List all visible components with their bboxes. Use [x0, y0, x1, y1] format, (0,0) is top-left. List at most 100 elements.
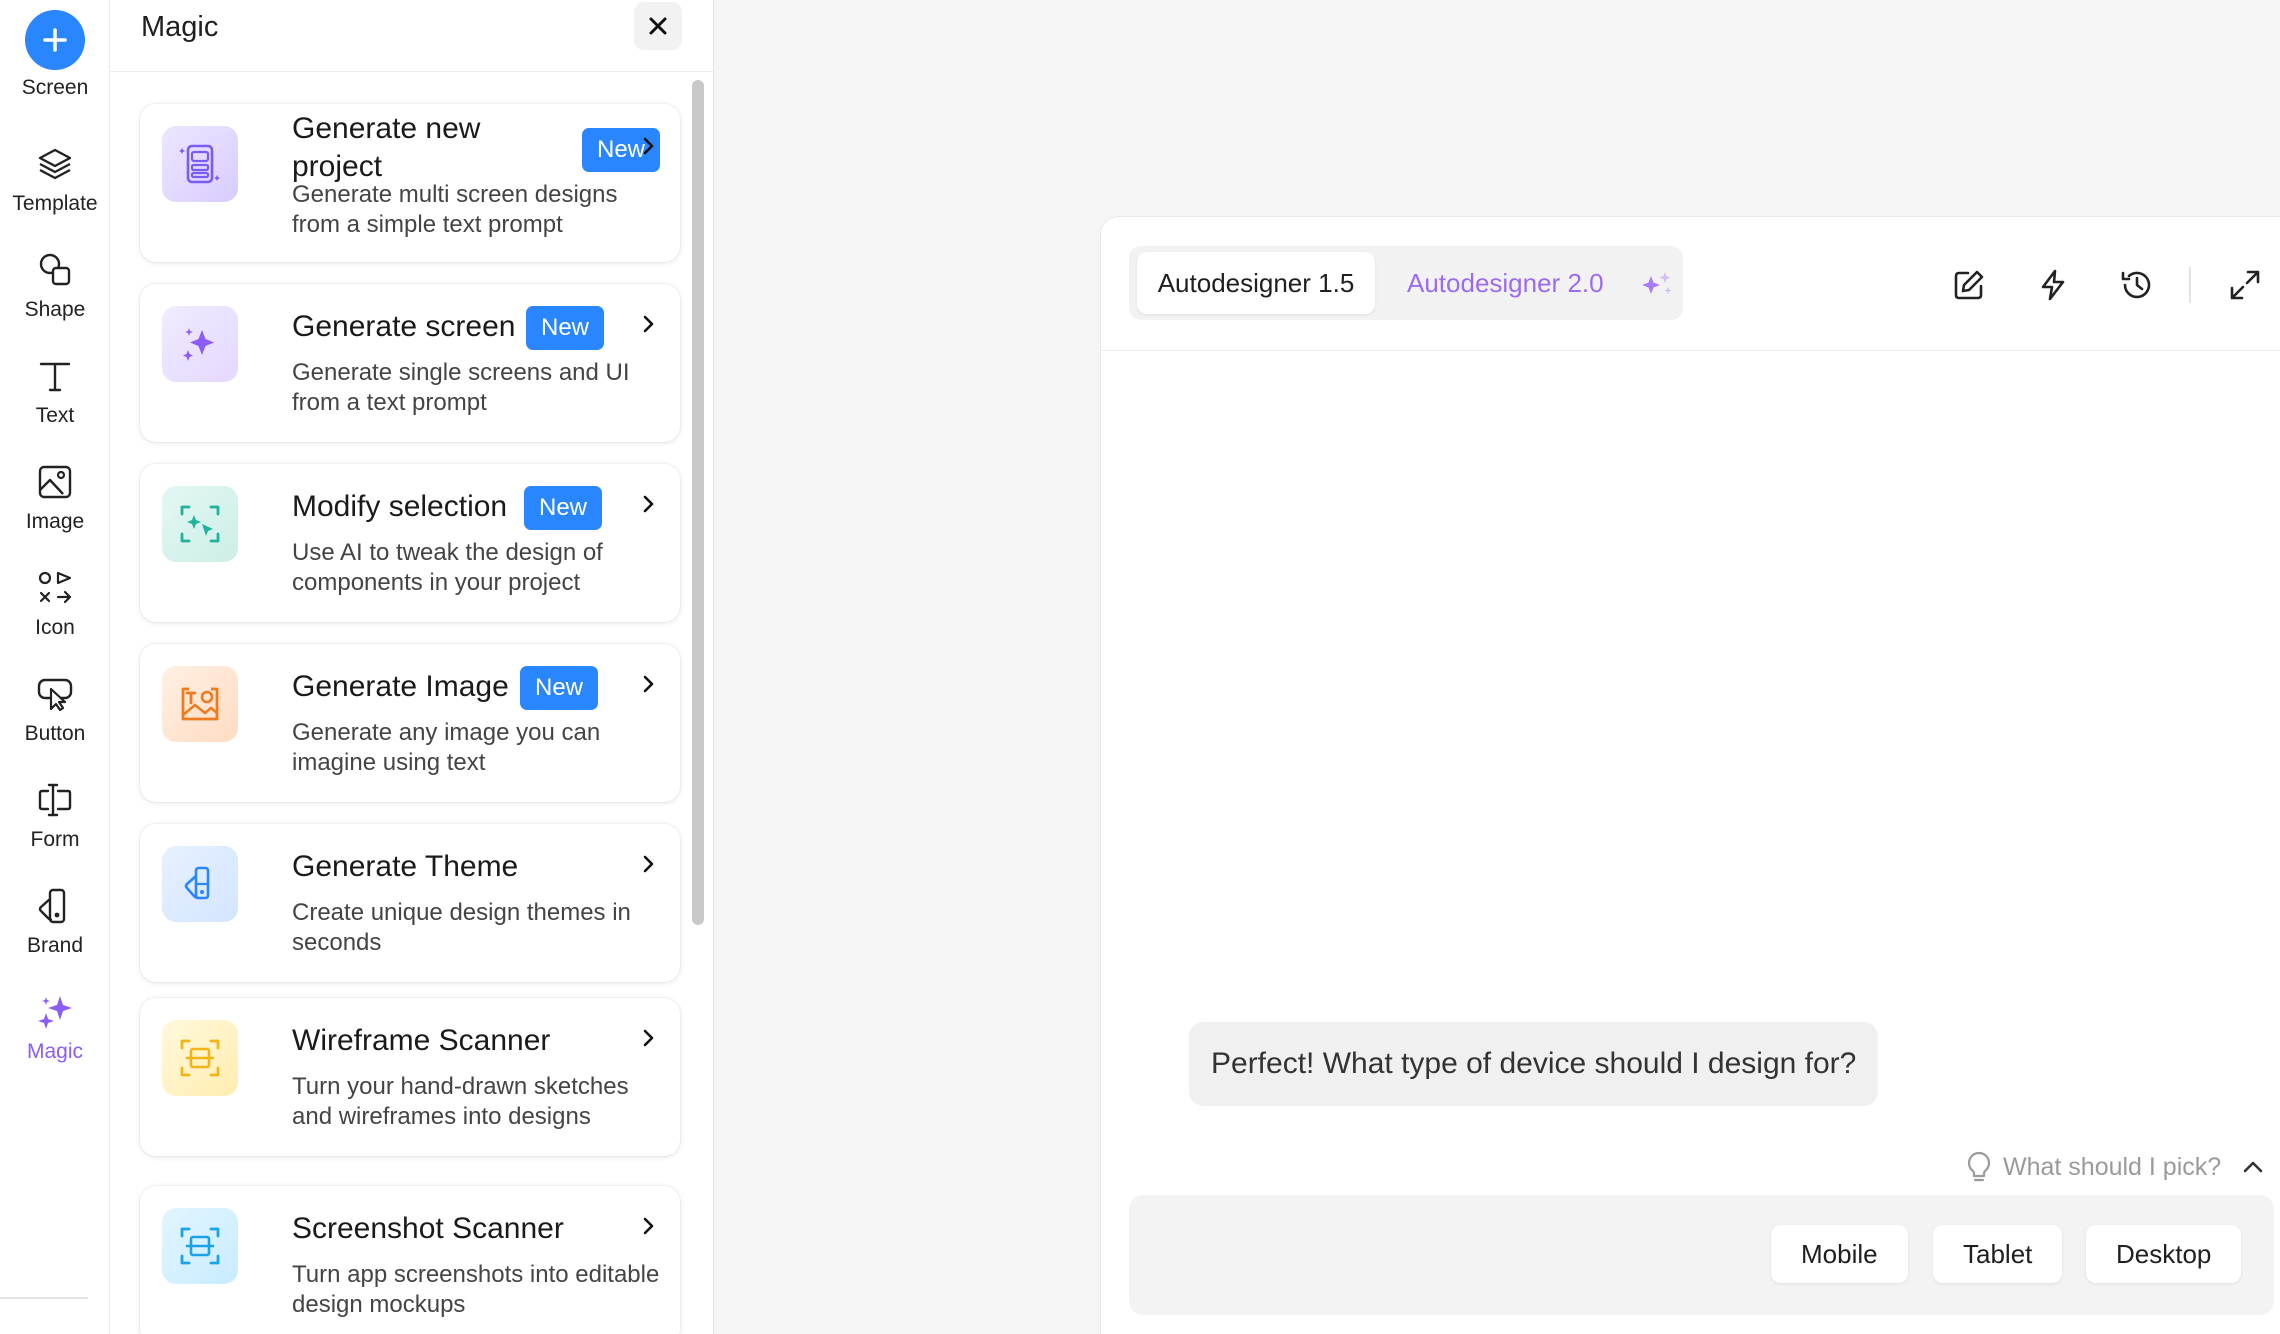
card-title: Generate Theme [292, 850, 519, 883]
card-title: Generate new [292, 112, 481, 145]
choice-mobile-button[interactable]: Mobile [1771, 1225, 1908, 1283]
panel-title: Magic [141, 11, 219, 43]
brand-palette-icon [33, 884, 77, 928]
card-title: Modify selection [292, 490, 508, 523]
new-badge: New [526, 306, 605, 350]
choice-tablet-button[interactable]: Tablet [1933, 1225, 2063, 1283]
what-should-i-pick-toggle[interactable]: What should I pick? [1965, 1147, 2265, 1187]
card-description: and wireframes into designs [292, 1103, 591, 1130]
chevron-right-icon [643, 855, 654, 873]
card-description: components in your project [292, 569, 581, 596]
cursor-button-icon [33, 672, 77, 716]
rail-item-shape[interactable]: Shape [0, 248, 110, 348]
plus-icon [43, 28, 67, 52]
text-icon [33, 354, 77, 398]
close-icon [649, 17, 667, 35]
rail-item-template[interactable]: Template [0, 142, 110, 242]
card-description: imagine using text [292, 749, 486, 776]
shapes-icon [33, 248, 77, 292]
magic-panel: Magic Generate new project New Generate … [110, 0, 714, 1334]
palette-icon [162, 846, 238, 922]
card-modify-selection[interactable]: Modify selection New Use AI to tweak the… [140, 464, 680, 622]
card-description: Turn app screenshots into editable [292, 1261, 660, 1288]
device-screens-icon [162, 126, 238, 202]
rail-label: Template [12, 192, 98, 215]
card-generate-image[interactable]: Generate Image New Generate any image yo… [140, 644, 680, 802]
lightbulb-icon [1967, 1151, 1991, 1182]
rail-item-brand[interactable]: Brand [0, 884, 110, 984]
new-badge: New [524, 486, 603, 530]
toolbar-divider [2189, 267, 2191, 303]
tool-rail: Screen Template Shape Text Image Icon Bu… [0, 0, 110, 1334]
card-title: Screenshot Scanner [292, 1212, 564, 1245]
scan-screenshot-icon [162, 1208, 238, 1284]
card-title: Wireframe Scanner [292, 1024, 551, 1057]
app-root: Screen Template Shape Text Image Icon Bu… [0, 0, 2280, 1334]
close-panel-button[interactable] [634, 2, 682, 50]
icon-set-icon [33, 566, 77, 610]
chevron-right-icon [643, 495, 654, 513]
tab-autodesigner-1-5[interactable]: Autodesigner 1.5 [1137, 252, 1375, 314]
panel-header: Magic [110, 0, 713, 72]
edit-icon[interactable] [1949, 265, 1989, 305]
rail-item-magic[interactable]: Magic [0, 990, 110, 1090]
assistant-message: Perfect! What type of device should I de… [1189, 1022, 1879, 1106]
chevron-right-icon [643, 675, 654, 693]
chevron-right-icon [643, 1217, 654, 1235]
chevron-right-icon [643, 137, 654, 155]
image-icon [33, 460, 77, 504]
tab-autodesigner-2-0[interactable]: Autodesigner 2.0 [1407, 252, 1604, 314]
history-icon[interactable] [2117, 265, 2157, 305]
expand-icon[interactable] [2225, 265, 2265, 305]
new-badge: New [520, 666, 599, 710]
layers-icon [33, 142, 77, 186]
card-description: Turn your hand-drawn sketches [292, 1073, 629, 1100]
card-description: Generate multi screen designs [292, 181, 618, 208]
rail-divider [0, 1297, 88, 1299]
rail-label: Icon [35, 616, 75, 639]
rail-label: Screen [21, 76, 89, 99]
rail-label: Form [30, 828, 80, 851]
rail-label: Brand [26, 934, 84, 957]
card-generate-theme[interactable]: Generate Theme Create unique design them… [140, 824, 680, 982]
chevron-right-icon [643, 1029, 654, 1047]
hint-text: What should I pick? [2003, 1152, 2222, 1181]
rail-label: Shape [24, 298, 86, 321]
text-cursor-icon [33, 778, 77, 822]
add-screen-button[interactable] [25, 10, 85, 70]
chevron-up-icon [2243, 1161, 2263, 1173]
card-wireframe-scanner[interactable]: Wireframe Scanner Turn your hand-drawn s… [140, 998, 680, 1156]
card-description: Generate single screens and UI [292, 359, 630, 386]
device-choices: Mobile Tablet Desktop [1129, 1195, 2274, 1315]
rail-label: Magic [26, 1040, 84, 1063]
card-description: Use AI to tweak the design of [292, 539, 603, 566]
card-description: Create unique design themes in [292, 899, 631, 926]
rail-item-button[interactable]: Button [0, 672, 110, 772]
card-description: from a simple text prompt [292, 211, 563, 238]
sparkles-icon [162, 306, 238, 382]
card-generate-new-project[interactable]: Generate new project New Generate multi … [140, 104, 680, 262]
card-title: Generate Image [292, 670, 509, 703]
rail-item-screen[interactable]: Screen [0, 10, 110, 110]
rail-item-icon[interactable]: Icon [0, 566, 110, 666]
rail-item-image[interactable]: Image [0, 460, 110, 560]
card-title: Generate screen [292, 310, 516, 343]
card-screenshot-scanner[interactable]: Screenshot Scanner Turn app screenshots … [140, 1186, 680, 1334]
rail-item-text[interactable]: Text [0, 354, 110, 454]
version-switcher: Autodesigner 1.5 Autodesigner 2.0 [1129, 246, 1683, 320]
card-generate-screen[interactable]: Generate screen New Generate single scre… [140, 284, 680, 442]
chat-toolbar: Autodesigner 1.5 Autodesigner 2.0 [1101, 217, 2280, 351]
scan-frame-icon [162, 1020, 238, 1096]
rail-item-form[interactable]: Form [0, 778, 110, 878]
lightning-icon[interactable] [2033, 265, 2073, 305]
selection-sparkle-icon [162, 486, 238, 562]
chevron-right-icon [643, 315, 654, 333]
autodesigner-window: Autodesigner 1.5 Autodesigner 2.0 Perfec… [1100, 216, 2280, 1334]
choice-desktop-button[interactable]: Desktop [2086, 1225, 2242, 1283]
magic-sparkles-icon [33, 990, 77, 1034]
rail-label: Image [25, 510, 85, 533]
card-description: design mockups [292, 1291, 466, 1318]
image-text-icon [162, 666, 238, 742]
panel-scrollbar[interactable] [692, 80, 704, 925]
card-description: seconds [292, 929, 382, 956]
